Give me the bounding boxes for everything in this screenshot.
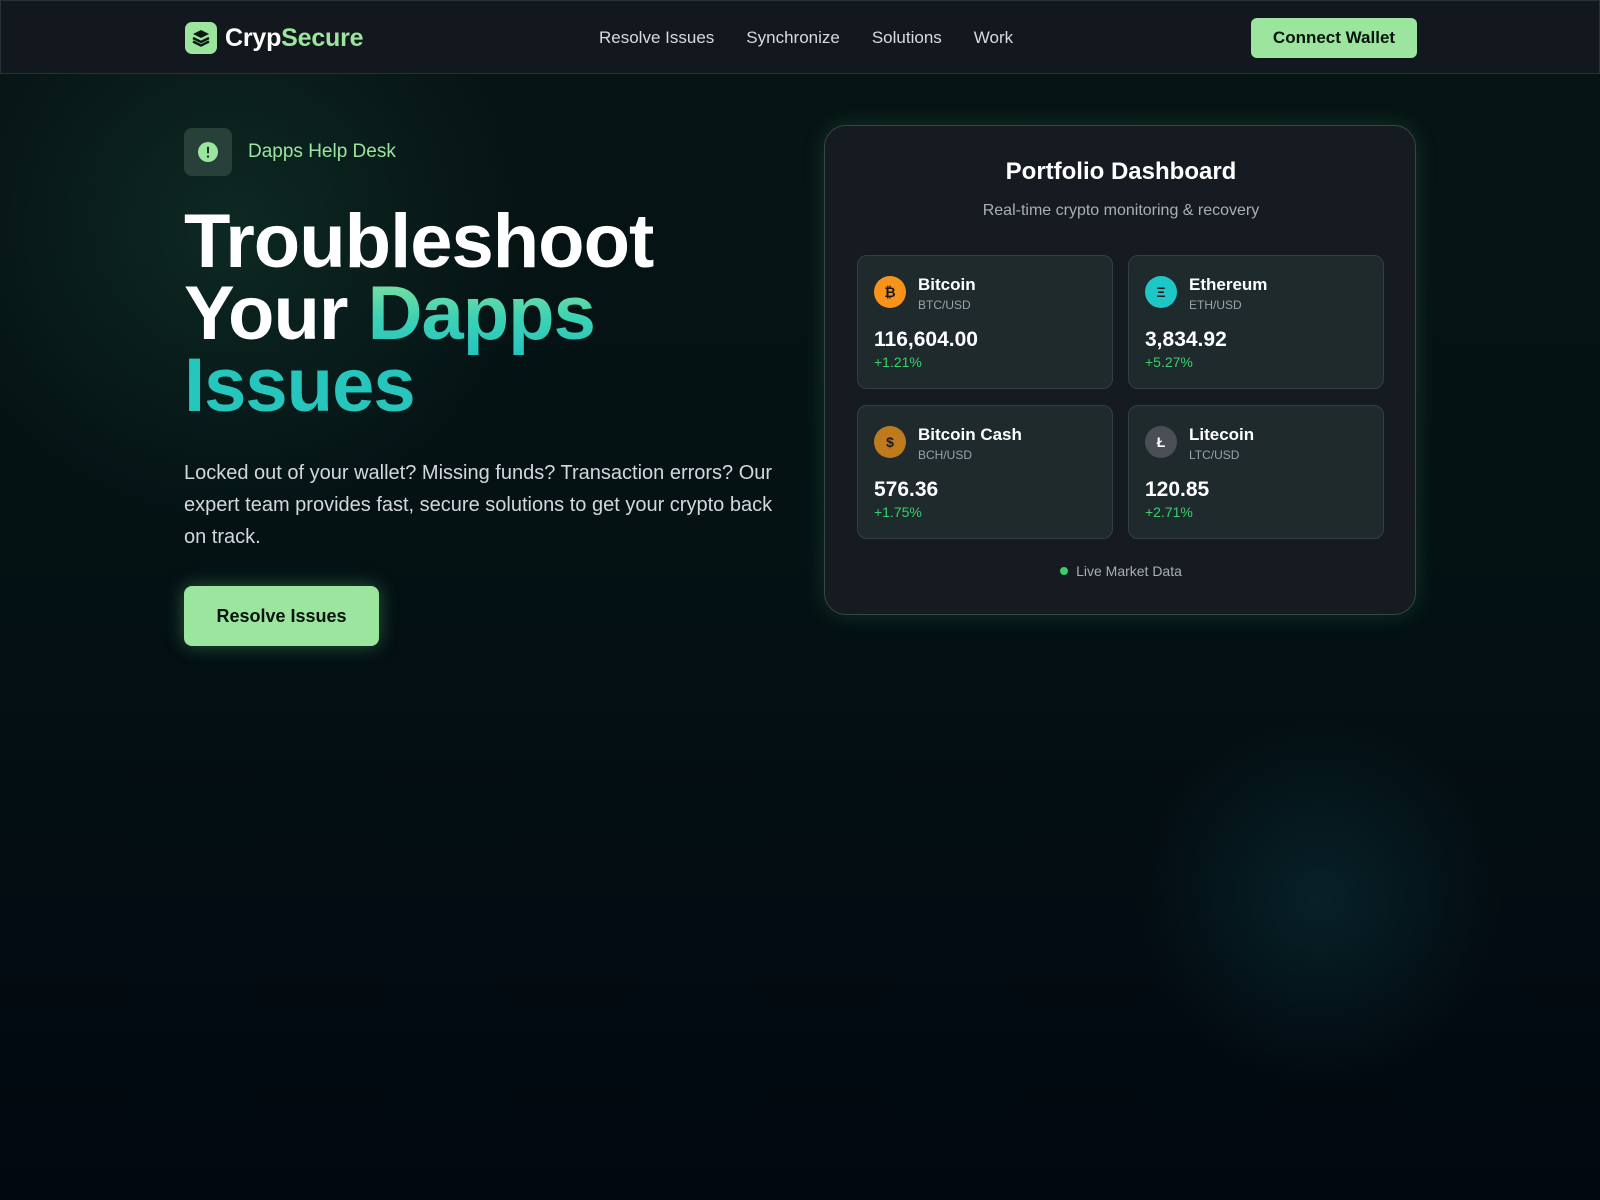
connect-wallet-button[interactable]: Connect Wallet bbox=[1251, 18, 1417, 58]
nav-link-resolve-issues[interactable]: Resolve Issues bbox=[599, 28, 714, 48]
nav-link-work[interactable]: Work bbox=[974, 28, 1013, 48]
alert-circle-icon bbox=[184, 128, 232, 176]
hero-title-line2: Your Dapps bbox=[184, 276, 653, 352]
bitcoin-icon: ₿ bbox=[874, 276, 906, 308]
hero-title: Troubleshoot Your Dapps Issues bbox=[184, 199, 654, 428]
resolve-issues-button[interactable]: Resolve Issues bbox=[184, 586, 379, 646]
top-navbar: CrypSecure Resolve Issues Synchronize So… bbox=[0, 0, 1600, 74]
portfolio-dashboard: Portfolio Dashboard Real-time crypto mon… bbox=[824, 125, 1416, 615]
coin-price: 576.36 bbox=[874, 478, 939, 501]
coin-change: +5.27% bbox=[1145, 354, 1193, 370]
coin-price: 116,604.00 bbox=[874, 328, 978, 351]
coin-card-ethereum[interactable]: Ξ Ethereum ETH/USD 3,834.92 +5.27% bbox=[1128, 255, 1384, 389]
ethereum-icon: Ξ bbox=[1145, 276, 1177, 308]
hero-title-line3: Issues bbox=[184, 343, 416, 428]
coin-name: Bitcoin Cash bbox=[918, 425, 1022, 444]
live-market-label: Live Market Data bbox=[1076, 563, 1182, 579]
coin-price: 3,834.92 bbox=[1145, 328, 1227, 351]
coin-pair: LTC/USD bbox=[1189, 448, 1240, 462]
brand-logo[interactable]: CrypSecure bbox=[185, 22, 364, 54]
coin-name: Bitcoin bbox=[918, 275, 976, 294]
hero-title-line1: Troubleshoot bbox=[184, 199, 654, 284]
coin-change: +2.71% bbox=[1145, 504, 1193, 520]
live-market-indicator: Live Market Data bbox=[825, 563, 1417, 579]
badge-label: Dapps Help Desk bbox=[248, 141, 396, 162]
dashboard-title: Portfolio Dashboard bbox=[1005, 158, 1237, 185]
nav-links: Resolve Issues Synchronize Solutions Wor… bbox=[599, 28, 1045, 48]
nav-link-solutions[interactable]: Solutions bbox=[872, 28, 942, 48]
coin-card-bitcoin-cash[interactable]: $ Bitcoin Cash BCH/USD 576.36 +1.75% bbox=[857, 405, 1113, 539]
nav-link-synchronize[interactable]: Synchronize bbox=[746, 28, 840, 48]
live-dot-icon bbox=[1060, 567, 1069, 575]
coin-card-bitcoin[interactable]: ₿ Bitcoin BTC/USD 116,604.00 +1.21% bbox=[857, 255, 1113, 389]
layers-icon bbox=[185, 22, 217, 54]
coin-pair: ETH/USD bbox=[1189, 298, 1242, 312]
coin-pair: BTC/USD bbox=[918, 298, 971, 312]
coin-card-litecoin[interactable]: Ł Litecoin LTC/USD 120.85 +2.71% bbox=[1128, 405, 1384, 539]
coin-name: Litecoin bbox=[1189, 425, 1255, 444]
brand-name: CrypSecure bbox=[225, 23, 364, 53]
coin-name: Ethereum bbox=[1189, 275, 1268, 294]
coin-change: +1.75% bbox=[874, 504, 922, 520]
help-desk-badge: Dapps Help Desk bbox=[184, 128, 396, 176]
coin-price: 120.85 bbox=[1145, 478, 1210, 501]
bitcoin-cash-icon: $ bbox=[874, 426, 906, 458]
litecoin-icon: Ł bbox=[1145, 426, 1177, 458]
coin-pair: BCH/USD bbox=[918, 448, 973, 462]
dashboard-subtitle: Real-time crypto monitoring & recovery bbox=[982, 202, 1260, 219]
hero-description: Locked out of your wallet? Missing funds… bbox=[184, 462, 773, 548]
coin-change: +1.21% bbox=[874, 354, 922, 370]
brand-name-part1: Cryp bbox=[225, 23, 282, 52]
brand-name-part2: Secure bbox=[281, 23, 364, 52]
